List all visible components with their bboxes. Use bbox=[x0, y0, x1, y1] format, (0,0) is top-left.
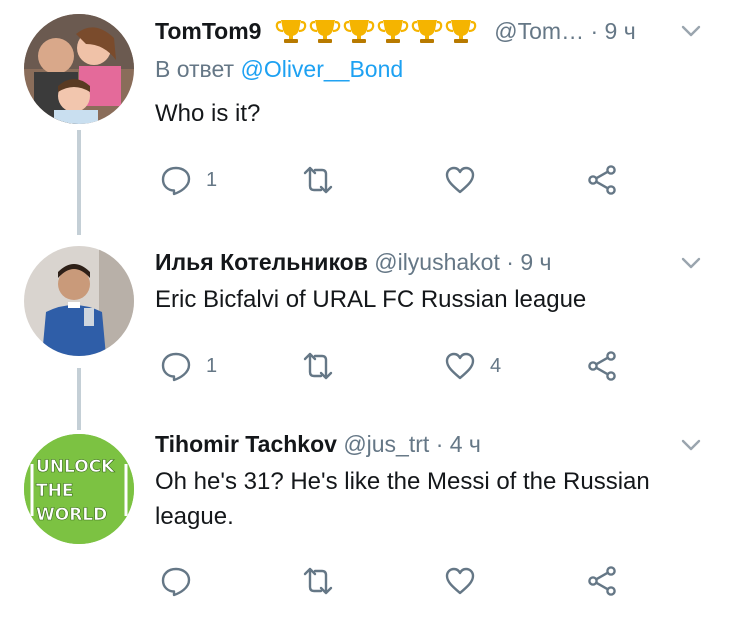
action-bar: 1 bbox=[0, 164, 730, 204]
tweet[interactable]: Илья Котельников @ilyushakot · 9 ч Eric … bbox=[0, 230, 730, 420]
author-name[interactable]: TomTom9 bbox=[155, 18, 261, 44]
share-icon bbox=[588, 165, 616, 195]
heart-icon bbox=[445, 567, 475, 595]
share-button[interactable] bbox=[586, 164, 618, 196]
logo-text-line: UNLOCK bbox=[36, 457, 115, 477]
reply-to-link[interactable]: @Oliver__Bond bbox=[240, 56, 403, 82]
tweet-header: Tihomir Tachkov @jus_trt · 4 ч bbox=[155, 430, 481, 458]
logo-text-line: WORLD bbox=[36, 505, 107, 525]
trophy-icon bbox=[309, 20, 341, 43]
separator-dot: · bbox=[435, 431, 444, 457]
reply-button[interactable]: 1 bbox=[160, 350, 217, 382]
timestamp[interactable]: 9 ч bbox=[520, 249, 551, 275]
heart-icon bbox=[445, 166, 475, 194]
avatar-photo bbox=[24, 14, 134, 124]
author-handle[interactable]: @ilyushakot bbox=[374, 249, 500, 275]
trophy-emoji-row bbox=[274, 16, 484, 50]
chevron-down-icon[interactable] bbox=[680, 20, 702, 42]
share-button[interactable] bbox=[586, 565, 618, 597]
action-bar bbox=[0, 565, 730, 605]
author-name[interactable]: Tihomir Tachkov bbox=[155, 431, 337, 457]
tweet-header: TomTom9 @Tom… · 9 ч bbox=[155, 16, 636, 50]
reply-button[interactable] bbox=[160, 565, 206, 597]
separator-dot: · bbox=[590, 18, 599, 45]
chevron-down-icon[interactable] bbox=[680, 252, 702, 274]
reply-count: 1 bbox=[206, 168, 218, 191]
like-count: 4 bbox=[490, 354, 502, 377]
retweet-icon bbox=[303, 567, 333, 595]
reply-icon bbox=[161, 352, 191, 382]
timestamp[interactable]: 4 ч bbox=[450, 431, 481, 457]
tweet-text: Who is it? bbox=[155, 100, 261, 127]
timestamp[interactable]: 9 ч bbox=[605, 18, 636, 44]
unlock-the-world-logo: UNLOCK THE WORLD bbox=[24, 434, 134, 544]
share-button[interactable] bbox=[586, 350, 618, 382]
trophy-icon bbox=[445, 20, 477, 43]
trophy-icon bbox=[411, 20, 443, 43]
chevron-down-icon[interactable] bbox=[680, 434, 702, 456]
action-bar: 1 4 bbox=[0, 350, 730, 390]
like-button[interactable]: 4 bbox=[444, 350, 501, 382]
reply-prefix: В ответ bbox=[155, 56, 235, 82]
reply-button[interactable]: 1 bbox=[160, 164, 217, 196]
author-handle[interactable]: @jus_trt bbox=[343, 431, 429, 457]
like-button[interactable] bbox=[444, 164, 490, 196]
share-icon bbox=[588, 566, 616, 596]
trophy-icon bbox=[377, 20, 409, 43]
avatar[interactable]: UNLOCK THE WORLD bbox=[24, 434, 134, 544]
retweet-button[interactable] bbox=[302, 350, 348, 382]
heart-icon bbox=[445, 352, 475, 380]
logo-text-line: THE bbox=[36, 481, 73, 501]
retweet-icon bbox=[303, 352, 333, 380]
like-button[interactable] bbox=[444, 565, 490, 597]
tweet-text: Eric Bicfalvi of URAL FC Russian league bbox=[155, 286, 587, 313]
separator-dot: · bbox=[506, 249, 514, 275]
trophy-icon bbox=[343, 20, 375, 43]
author-handle[interactable]: @Tom… bbox=[494, 18, 584, 44]
reply-icon bbox=[161, 166, 191, 196]
avatar-photo bbox=[24, 246, 134, 356]
reply-count: 1 bbox=[206, 354, 218, 377]
avatar[interactable] bbox=[24, 14, 134, 124]
reply-icon bbox=[161, 567, 191, 597]
retweet-icon bbox=[303, 166, 333, 194]
avatar[interactable] bbox=[24, 246, 134, 356]
trophy-icon bbox=[275, 20, 307, 43]
tweet[interactable]: UNLOCK THE WORLD Tihomir Tachkov @jus_tr… bbox=[0, 420, 730, 626]
retweet-button[interactable] bbox=[302, 565, 348, 597]
author-name[interactable]: Илья Котельников bbox=[155, 249, 368, 275]
share-icon bbox=[588, 351, 616, 381]
tweet-text: Oh he's 31? He's like the Messi of the R… bbox=[155, 468, 650, 530]
tweet-header: Илья Котельников @ilyushakot · 9 ч bbox=[155, 248, 551, 276]
tweet[interactable]: TomTom9 @Tom… · 9 ч В ответ @Oliver__Bon… bbox=[0, 0, 730, 230]
reply-context: В ответ @Oliver__Bond bbox=[155, 56, 403, 83]
retweet-button[interactable] bbox=[302, 164, 348, 196]
